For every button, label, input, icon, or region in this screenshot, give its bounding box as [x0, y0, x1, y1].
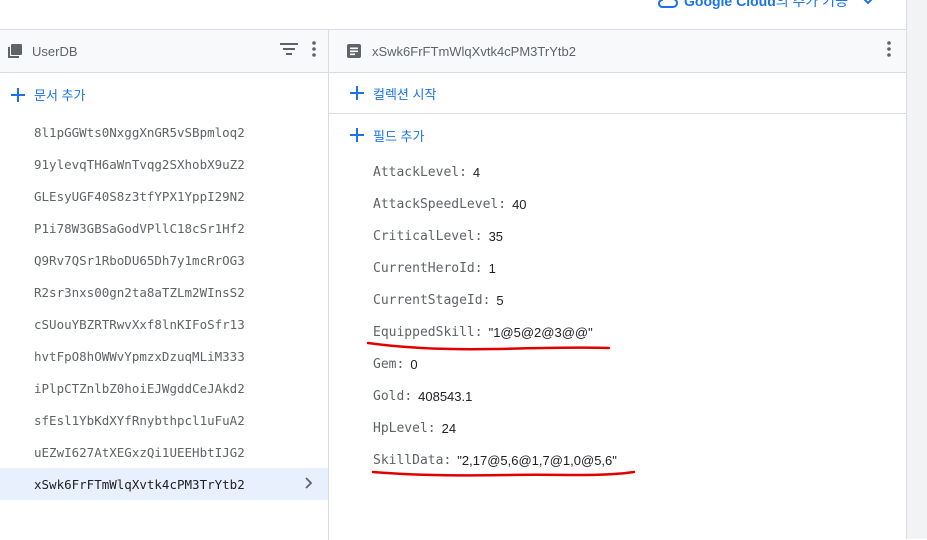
document-list-item[interactable]: 91ylevqTH6aWnTvqg2SXhobX9uZ2	[0, 148, 328, 180]
chevron-down-icon	[863, 0, 873, 5]
field-name: Gold	[373, 388, 405, 404]
document-id: sfEsl1YbKdXYfRnybthpcl1uFuA2	[34, 412, 245, 428]
field-name: EquippedSkill	[373, 324, 475, 340]
field-separator: :	[404, 388, 413, 404]
add-field-label: 필드 추가	[373, 128, 425, 144]
document-list: 8l1pGGWts0NxggXnGR5vSBpmloq2 91ylevqTH6aW…	[0, 116, 328, 500]
document-list-item[interactable]: GLEsyUGF40S8z3tfYPX1YppI29N2	[0, 180, 328, 212]
document-title: xSwk6FrFTmWlqXvtk4cPM3TrYtb2	[372, 43, 576, 59]
field-name: AttackLevel	[373, 164, 460, 180]
field-value: "2,17@5,6@1,7@1,0@5,6"	[457, 452, 617, 468]
field-separator: :	[474, 260, 483, 276]
document-list-item[interactable]: 8l1pGGWts0NxggXnGR5vSBpmloq2	[0, 116, 328, 148]
field-separator: :	[443, 452, 452, 468]
field-value: "1@5@2@3@@"	[488, 324, 593, 340]
collection-header: UserDB	[0, 30, 328, 73]
plus-icon	[350, 128, 364, 142]
field-list: AttackLevel:4 AttackSpeedLevel:40 Critical…	[329, 156, 906, 476]
collection-icon	[7, 43, 23, 59]
add-field-button[interactable]: 필드 추가	[329, 114, 906, 156]
google-cloud-suffix: 의 추가 기능	[775, 0, 848, 9]
field-name: AttackSpeedLevel	[373, 196, 499, 212]
field-value: 5	[496, 292, 504, 308]
field-separator: :	[498, 196, 507, 212]
chevron-right-icon	[305, 477, 313, 489]
field-row[interactable]: Gold:408543.1	[373, 380, 906, 412]
field-name: CurrentStageId	[373, 292, 483, 308]
plus-icon	[350, 86, 364, 100]
document-list-item[interactable]: P1i78W3GBSaGodVPllC18cSr1Hf2	[0, 212, 328, 244]
field-name: HpLevel	[373, 420, 428, 436]
document-id: R2sr3nxs00gn2ta8aTZLm2WInsS2	[34, 284, 245, 300]
document-id: cSUouYBZRTRwvXxf8lnKIFoSfr13	[34, 316, 245, 332]
field-separator: :	[396, 356, 405, 372]
document-list-item[interactable]: cSUouYBZRTRwvXxf8lnKIFoSfr13	[0, 308, 328, 340]
field-name: CriticalLevel	[373, 228, 475, 244]
cloud-icon	[658, 0, 678, 8]
more-vert-icon[interactable]	[312, 41, 316, 57]
document-header: xSwk6FrFTmWlqXvtk4cPM3TrYtb2	[329, 30, 906, 73]
field-value: 0	[410, 356, 418, 372]
document-list-item[interactable]: Q9Rv7QSr1RboDU65Dh7y1mcRrOG3	[0, 244, 328, 276]
start-collection-label: 컬렉션 시작	[373, 86, 437, 102]
field-separator: :	[474, 228, 483, 244]
field-row[interactable]: CurrentHeroId:1	[373, 252, 906, 284]
field-row[interactable]: CriticalLevel:35	[373, 220, 906, 252]
document-list-item[interactable]: uEZwI627AtXEGxzQi1UEEHbtIJG2	[0, 436, 328, 468]
top-bar: Google Cloud 의 추가 기능	[0, 0, 906, 29]
document-list-item[interactable]: xSwk6FrFTmWlqXvtk4cPM3TrYtb2	[0, 468, 328, 500]
field-value: 408543.1	[418, 388, 473, 404]
field-row[interactable]: HpLevel:24	[373, 412, 906, 444]
field-value: 4	[472, 164, 481, 180]
collection-title: UserDB	[32, 43, 78, 59]
field-name: CurrentHeroId	[373, 260, 475, 276]
document-panel: xSwk6FrFTmWlqXvtk4cPM3TrYtb2 컬렉션 시작 필드 추…	[329, 29, 906, 540]
add-document-button[interactable]: 문서 추가	[0, 73, 328, 116]
field-row[interactable]: AttackLevel:4	[373, 156, 906, 188]
document-list-item[interactable]: R2sr3nxs00gn2ta8aTZLm2WInsS2	[0, 276, 328, 308]
field-value: 40	[512, 196, 527, 212]
field-row[interactable]: EquippedSkill: "1@5@2@3@@"	[373, 316, 906, 348]
field-separator: :	[474, 324, 483, 340]
field-separator: :	[427, 420, 436, 436]
field-row[interactable]: Gem:0	[373, 348, 906, 380]
field-value: 24	[441, 420, 457, 436]
page-scrollbar-gutter[interactable]	[906, 0, 927, 539]
field-name: Gem	[373, 356, 397, 372]
field-value: 1	[488, 260, 496, 276]
document-id: uEZwI627AtXEGxzQi1UEEHbtIJG2	[34, 444, 245, 460]
document-id: xSwk6FrFTmWlqXvtk4cPM3TrYtb2	[34, 476, 245, 492]
collection-panel: UserDB 문서 추가 8l1pGGWts0NxggXnGR5vSBpmloq…	[0, 29, 329, 540]
google-cloud-link[interactable]: Google Cloud 의 추가 기능	[658, 0, 880, 11]
document-id: GLEsyUGF40S8z3tfYPX1YppI29N2	[34, 188, 245, 204]
document-id: 91ylevqTH6aWnTvqg2SXhobX9uZ2	[34, 156, 245, 172]
document-list-item[interactable]: iPlpCTZnlbZ0hoiEJWgddCeJAkd2	[0, 372, 328, 404]
field-value: 35	[488, 228, 504, 244]
more-vert-icon[interactable]	[887, 41, 891, 57]
google-cloud-brand: Google Cloud	[684, 0, 776, 9]
field-name: SkillData	[373, 452, 444, 468]
add-document-label: 문서 추가	[34, 88, 86, 103]
plus-icon	[11, 87, 25, 102]
filter-icon[interactable]	[280, 42, 298, 56]
start-collection-button[interactable]: 컬렉션 시작	[329, 73, 906, 114]
document-icon	[346, 43, 362, 59]
document-list-item[interactable]: sfEsl1YbKdXYfRnybthpcl1uFuA2	[0, 404, 328, 436]
field-separator: :	[459, 164, 467, 180]
document-id: Q9Rv7QSr1RboDU65Dh7y1mcRrOG3	[34, 252, 245, 268]
document-id: 8l1pGGWts0NxggXnGR5vSBpmloq2	[34, 124, 245, 140]
field-row[interactable]: CurrentStageId:5	[373, 284, 906, 316]
field-row[interactable]: SkillData: "2,17@5,6@1,7@1,0@5,6"	[373, 444, 906, 476]
document-id: iPlpCTZnlbZ0hoiEJWgddCeJAkd2	[34, 380, 245, 396]
document-id: hvtFpO8hOWWvYpmzxDzuqMLiM333	[34, 348, 245, 364]
field-separator: :	[482, 292, 491, 308]
document-list-item[interactable]: hvtFpO8hOWWvYpmzxDzuqMLiM333	[0, 340, 328, 372]
document-id: P1i78W3GBSaGodVPllC18cSr1Hf2	[34, 220, 245, 236]
field-row[interactable]: AttackSpeedLevel:40	[373, 188, 906, 220]
